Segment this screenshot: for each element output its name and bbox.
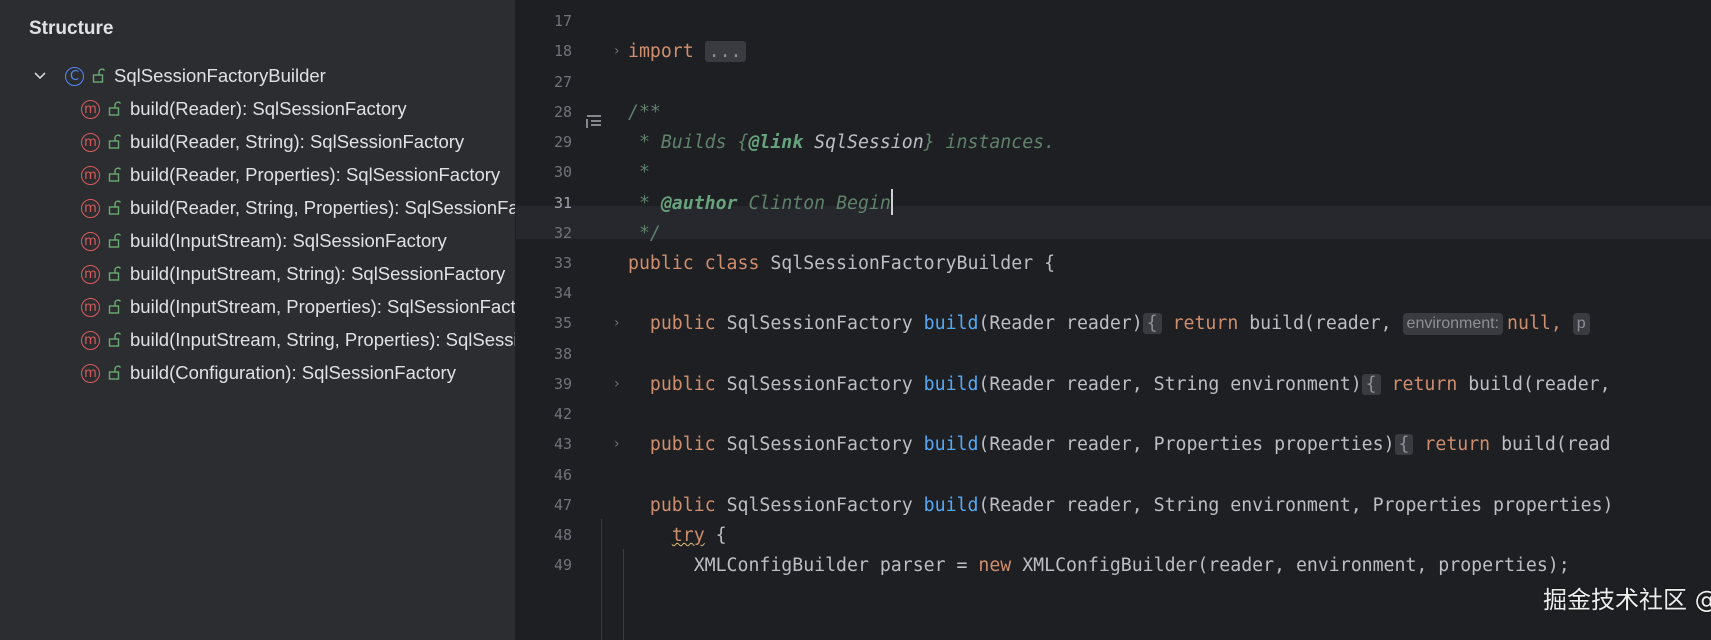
line-number[interactable]: 47: [516, 489, 572, 522]
watermark: 掘金技术社区 @ wmze: [1543, 586, 1711, 614]
method-signature-label: build(InputStream, String, Properties): …: [130, 329, 515, 350]
parameter-hint: p: [1572, 313, 1590, 335]
line-number[interactable]: 28: [516, 96, 572, 129]
line-number[interactable]: 48: [516, 519, 572, 552]
indent-guide: [623, 549, 624, 640]
code-line-28[interactable]: /**: [628, 96, 661, 129]
toggle-rendered-view-icon[interactable]: [586, 114, 604, 130]
fold-expand-icon[interactable]: ›: [614, 35, 626, 68]
line-number[interactable]: 39: [516, 368, 572, 401]
public-visibility-icon: [108, 133, 122, 151]
method-signature-label: build(Reader, String, Properties): SqlSe…: [130, 197, 515, 218]
public-visibility-icon: [92, 67, 106, 85]
method-icon: m: [81, 264, 100, 284]
code-line-30[interactable]: *: [628, 156, 650, 189]
tree-node-method[interactable]: m build(Reader): SqlSessionFactory: [81, 91, 407, 127]
tree-node-method[interactable]: m build(InputStream, String, Properties):…: [81, 322, 515, 358]
folded-method-body[interactable]: {: [1142, 313, 1162, 334]
line-number[interactable]: 31: [516, 187, 572, 220]
code-line-35[interactable]: public SqlSessionFactory build(Reader re…: [628, 307, 1594, 340]
fold-expand-icon[interactable]: ›: [614, 368, 626, 401]
parameter-hint: environment:: [1402, 313, 1504, 335]
line-number[interactable]: 29: [516, 126, 572, 159]
method-icon: m: [81, 330, 100, 350]
try-keyword-warning[interactable]: try: [672, 525, 705, 546]
tree-node-method[interactable]: m build(Reader, Properties): SqlSessionFa…: [81, 157, 500, 193]
tree-node-method[interactable]: m build(Reader, String): SqlSessionFactor…: [81, 124, 464, 160]
line-number[interactable]: 46: [516, 459, 572, 492]
line-number[interactable]: 38: [516, 338, 572, 371]
class-icon: C: [65, 66, 84, 86]
method-icon: m: [81, 297, 100, 317]
tree-node-class[interactable]: C SqlSessionFactoryBuilder: [33, 58, 326, 94]
class-name-label: SqlSessionFactoryBuilder: [114, 65, 326, 86]
code-line-48[interactable]: try {: [628, 519, 727, 552]
code-line-47[interactable]: public SqlSessionFactory build(Reader re…: [628, 489, 1614, 522]
method-signature-label: build(InputStream, String): SqlSessionFa…: [130, 263, 506, 284]
indent-guide: [601, 519, 602, 640]
public-visibility-icon: [108, 100, 122, 118]
public-visibility-icon: [108, 364, 122, 382]
method-signature-label: build(Configuration): SqlSessionFactory: [130, 362, 456, 383]
tree-node-method[interactable]: m build(InputStream, Properties): SqlSess…: [81, 289, 515, 325]
public-visibility-icon: [108, 265, 122, 283]
method-signature-label: build(InputStream, Properties): SqlSessi…: [130, 296, 515, 317]
method-signature-label: build(InputStream): SqlSessionFactory: [130, 230, 447, 251]
public-visibility-icon: [108, 199, 122, 217]
folded-method-body[interactable]: {: [1361, 374, 1381, 395]
line-number[interactable]: 43: [516, 428, 572, 461]
line-number[interactable]: 27: [516, 66, 572, 99]
line-number[interactable]: 32: [516, 217, 572, 250]
code-line-43[interactable]: public SqlSessionFactory build(Reader re…: [628, 428, 1611, 461]
tree-node-method[interactable]: m build(Reader, String, Properties): SqlS…: [81, 190, 515, 226]
method-icon: m: [81, 165, 100, 185]
method-icon: m: [81, 231, 100, 251]
code-line-39[interactable]: public SqlSessionFactory build(Reader re…: [628, 368, 1611, 401]
method-icon: m: [81, 363, 100, 383]
public-visibility-icon: [108, 166, 122, 184]
structure-tool-window: Structure C SqlSessionFactoryBuilder m bu…: [0, 0, 515, 640]
public-visibility-icon: [108, 331, 122, 349]
line-number[interactable]: 35: [516, 307, 572, 340]
method-signature-label: build(Reader, Properties): SqlSessionFac…: [130, 164, 501, 185]
tree-node-method[interactable]: m build(InputStream): SqlSessionFactory: [81, 223, 447, 259]
code-line-49[interactable]: XMLConfigBuilder parser = new XMLConfigB…: [628, 549, 1570, 582]
fold-expand-icon[interactable]: ›: [614, 428, 626, 461]
line-number[interactable]: 34: [516, 277, 572, 310]
folded-method-body[interactable]: {: [1394, 434, 1414, 455]
code-line-31[interactable]: * @author Clinton Begin: [628, 187, 893, 220]
code-line-18[interactable]: import ...: [628, 35, 746, 68]
code-line-32[interactable]: */: [628, 217, 661, 250]
public-visibility-icon: [108, 232, 122, 250]
method-icon: m: [81, 132, 100, 152]
line-number[interactable]: 18: [516, 35, 572, 68]
line-number[interactable]: 49: [516, 549, 572, 582]
code-editor[interactable]: 17 18 27 28 29 30 31 32 33 34 35 38 39 42 43 46 47 48 49 ›…: [516, 0, 1711, 640]
line-number[interactable]: 42: [516, 398, 572, 431]
method-signature-label: build(Reader, String): SqlSessionFactory: [130, 131, 465, 152]
tree-node-method[interactable]: m build(Configuration): SqlSessionFactory: [81, 355, 456, 391]
structure-panel-title: Structure: [29, 18, 114, 39]
line-number[interactable]: 33: [516, 247, 572, 280]
code-line-29[interactable]: * Builds {@link SqlSession} instances.: [628, 126, 1055, 159]
method-icon: m: [81, 198, 100, 218]
fold-expand-icon[interactable]: ›: [614, 307, 626, 340]
public-visibility-icon: [108, 298, 122, 316]
method-signature-label: build(Reader): SqlSessionFactory: [130, 98, 407, 119]
folded-imports[interactable]: ...: [704, 41, 746, 62]
chevron-down-icon[interactable]: [33, 71, 51, 81]
line-number[interactable]: 17: [516, 5, 572, 38]
text-caret: [890, 189, 893, 215]
line-number[interactable]: 30: [516, 156, 572, 189]
tree-node-method[interactable]: m build(InputStream, String): SqlSessionF…: [81, 256, 505, 292]
method-icon: m: [81, 99, 100, 119]
code-line-33[interactable]: public class SqlSessionFactoryBuilder {: [628, 247, 1055, 280]
